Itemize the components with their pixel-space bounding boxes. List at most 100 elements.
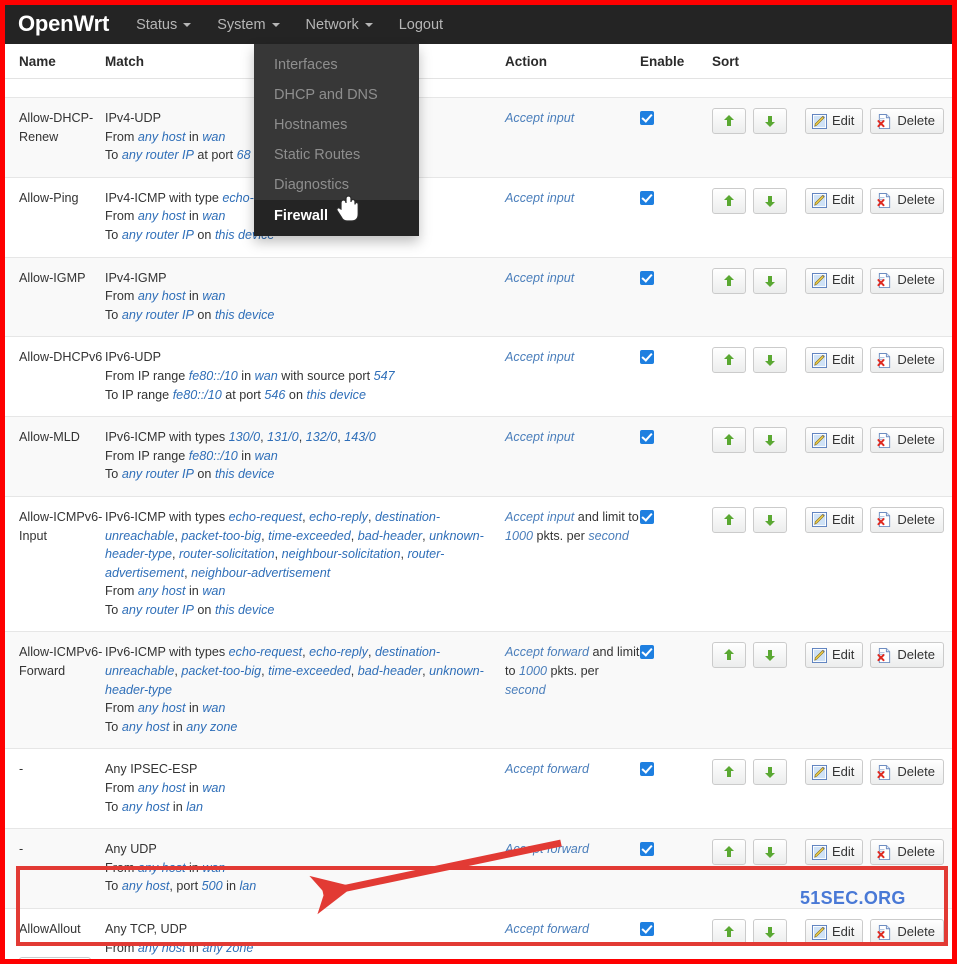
nav-item-network[interactable]: Network [306, 17, 373, 33]
delete-button[interactable]: Delete [870, 427, 944, 454]
text-line: Accept forward [505, 920, 640, 939]
enable-checkbox[interactable] [640, 270, 654, 285]
move-up-button[interactable] [712, 506, 746, 533]
text-line: From any host in wan [105, 860, 226, 875]
delete-document-icon [877, 512, 892, 528]
edit-button[interactable]: Edit [805, 642, 864, 669]
arrow-up-icon [723, 194, 735, 207]
cell-rule-action: Accept input [505, 336, 640, 417]
move-down-button[interactable] [753, 347, 787, 374]
value-token: packet-too-big [181, 664, 262, 679]
edit-button[interactable]: Edit [805, 759, 864, 786]
cell-rule-sort: Edit Delete [712, 256, 952, 337]
move-down-button[interactable] [753, 187, 787, 214]
bottom-partial-button[interactable] [19, 957, 91, 959]
value-token: neighbour-solicitation [281, 547, 401, 562]
table-row: Allow-PingIPv4-ICMP with type echo-reque… [5, 176, 952, 258]
nav-item-system[interactable]: System [217, 17, 280, 33]
delete-button[interactable]: Delete [870, 759, 944, 786]
move-down-button[interactable] [753, 427, 787, 454]
enable-checkbox[interactable] [640, 190, 654, 205]
arrow-up-icon [723, 766, 735, 778]
brand-logo[interactable]: OpenWrt [18, 12, 109, 37]
move-up-button[interactable] [712, 919, 746, 945]
move-up-button[interactable] [712, 839, 746, 866]
move-up-button[interactable] [712, 759, 746, 786]
enable-checkbox[interactable] [640, 509, 654, 524]
move-up-button[interactable] [712, 642, 746, 669]
move-down-button[interactable] [753, 642, 787, 669]
value-token: wan [254, 368, 278, 383]
network-dropdown-menu[interactable]: Interfaces DHCP and DNS Hostnames Static Ro… [254, 44, 419, 236]
dropdown-item-static-routes[interactable]: Static Routes [254, 140, 419, 170]
move-down-button[interactable] [753, 919, 787, 945]
move-up-button[interactable] [712, 267, 746, 294]
move-down-button[interactable] [753, 108, 787, 134]
col-header-action: Action [505, 44, 640, 79]
edit-button[interactable]: Edit [805, 427, 864, 454]
text-line: Any UDP [105, 842, 157, 857]
cell-rule-name: Allow-IGMP [5, 256, 105, 337]
nav-item-logout[interactable]: Logout [399, 17, 443, 33]
edit-button-label: Edit [832, 431, 855, 447]
dropdown-item-hostnames[interactable]: Hostnames [254, 110, 419, 140]
move-up-button[interactable] [712, 347, 746, 374]
edit-button-label: Edit [832, 192, 855, 208]
delete-button[interactable]: Delete [870, 187, 944, 214]
row-action-buttons: Edit Delete [712, 839, 952, 866]
nav-items: Status System Network Logout [136, 17, 469, 33]
value-token: 547 [373, 368, 395, 383]
delete-button-label: Delete [897, 647, 935, 663]
delete-button[interactable]: Delete [870, 506, 944, 533]
nav-item-status[interactable]: Status [136, 17, 192, 33]
text-line: Accept input [505, 189, 640, 208]
edit-button[interactable]: Edit [805, 839, 864, 866]
arrow-down-icon [764, 434, 776, 447]
table-spacer-row [5, 78, 952, 98]
edit-button[interactable]: Edit [805, 347, 864, 374]
value-token: wan [202, 129, 226, 144]
dropdown-item-interfaces[interactable]: Interfaces [254, 50, 419, 80]
row-action-buttons: Edit Delete [712, 506, 952, 533]
enable-checkbox[interactable] [640, 842, 654, 857]
dropdown-item-dhcp-and-dns[interactable]: DHCP and DNS [254, 80, 419, 110]
move-up-button[interactable] [712, 108, 746, 134]
delete-button[interactable]: Delete [870, 642, 944, 669]
move-up-button[interactable] [712, 427, 746, 454]
cell-rule-enable [640, 907, 712, 959]
text-line: From any host in wan [105, 289, 226, 304]
enable-checkbox[interactable] [640, 111, 654, 125]
value-token: any router IP [121, 602, 194, 617]
col-header-name: Name [5, 44, 105, 79]
text-line: Accept input [505, 269, 640, 288]
delete-button[interactable]: Delete [870, 919, 944, 945]
move-up-button[interactable] [712, 187, 746, 214]
delete-button[interactable]: Delete [870, 108, 944, 134]
move-down-button[interactable] [753, 759, 787, 786]
edit-button[interactable]: Edit [805, 506, 864, 533]
edit-button[interactable]: Edit [805, 267, 864, 294]
enable-checkbox[interactable] [640, 645, 654, 660]
cell-rule-name: Allow-Ping [5, 176, 105, 258]
delete-button[interactable]: Delete [870, 267, 944, 294]
edit-button[interactable]: Edit [805, 108, 864, 134]
edit-button[interactable]: Edit [805, 919, 864, 945]
cell-rule-sort: Edit Delete [712, 495, 952, 632]
enable-checkbox[interactable] [640, 922, 654, 936]
delete-button[interactable]: Delete [870, 839, 944, 866]
value-token: Accept input [505, 430, 575, 445]
enable-checkbox[interactable] [640, 762, 654, 777]
value-token: echo-request [228, 509, 303, 524]
move-down-button[interactable] [753, 839, 787, 866]
table-row: Allow-MLD IPv6-ICMP with types 130/0, 131… [5, 416, 952, 497]
delete-button[interactable]: Delete [870, 347, 944, 374]
enable-checkbox[interactable] [640, 430, 654, 445]
cell-rule-match: Any UDP From any host in wan To any host, … [105, 828, 505, 909]
edit-button[interactable]: Edit [805, 187, 864, 214]
move-down-button[interactable] [753, 506, 787, 533]
text-line: Accept input [505, 428, 640, 447]
dropdown-item-firewall[interactable]: Firewall [254, 200, 419, 236]
enable-checkbox[interactable] [640, 350, 654, 365]
dropdown-item-diagnostics[interactable]: Diagnostics [254, 170, 419, 200]
move-down-button[interactable] [753, 267, 787, 294]
